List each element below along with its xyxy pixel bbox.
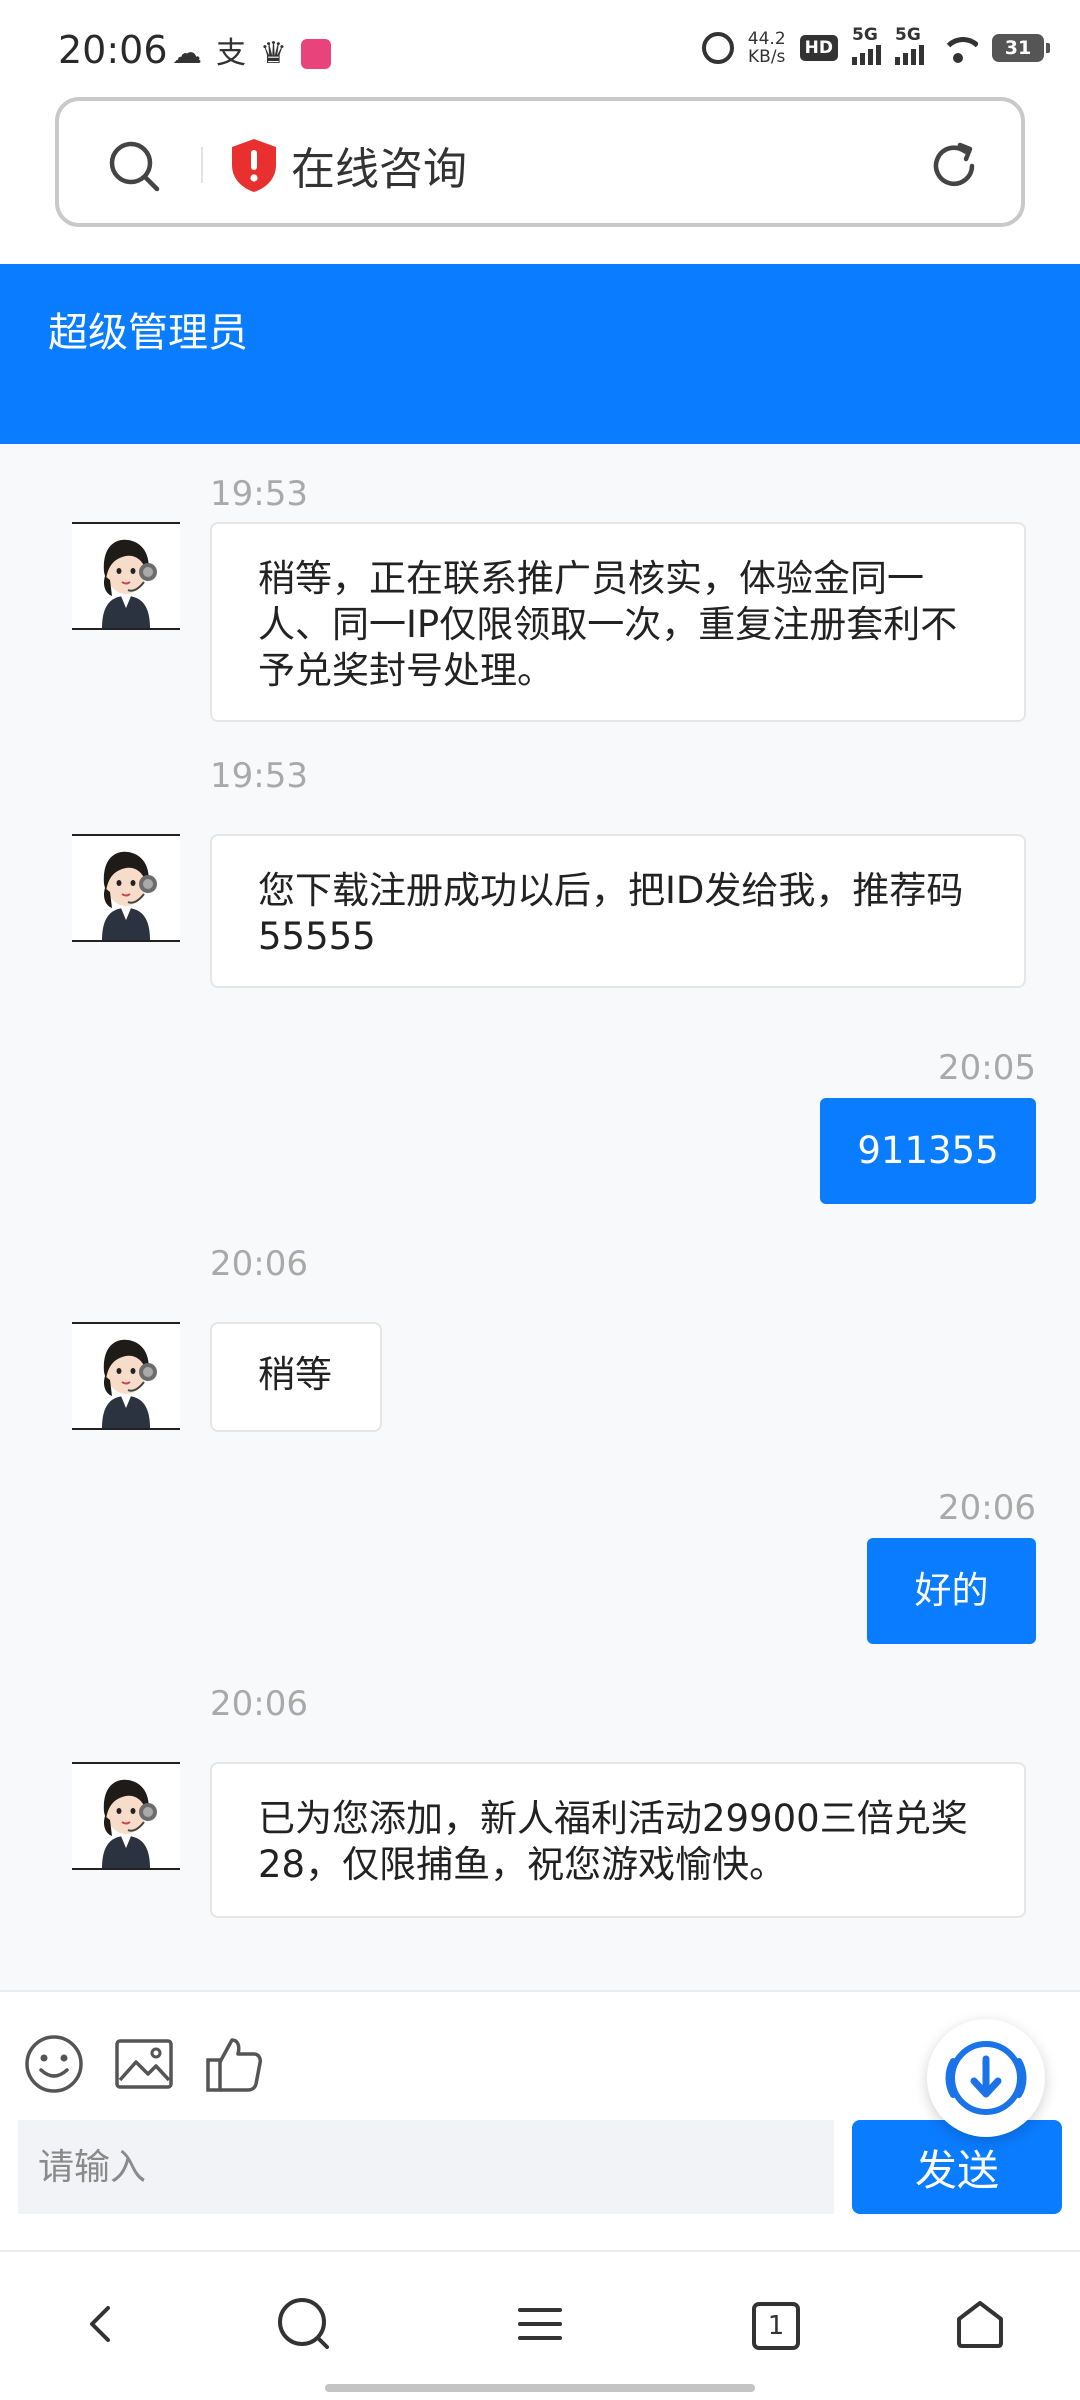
message-incoming: 19:53 稍等，正在联系推广员核实，体验金同一人、同一IP仅限领取一次，重复注… — [0, 444, 1080, 744]
crown-icon: ♛ — [260, 36, 287, 71]
message-time: 20:06 — [210, 1244, 308, 1284]
agent-name: 超级管理员 — [48, 310, 248, 356]
browser-bottom-nav: 1 — [0, 2250, 1080, 2400]
image-icon[interactable] — [112, 2032, 176, 2100]
notification-icons: ☁ 支 ♛ — [172, 34, 331, 74]
reload-icon[interactable] — [927, 139, 981, 197]
message-bubble[interactable]: 911355 — [820, 1098, 1036, 1204]
wifi-icon — [938, 33, 978, 63]
network-speed-value: 44.2 — [747, 29, 786, 49]
search-icon — [275, 2295, 333, 2357]
chat-header: 超级管理员 — [0, 264, 1080, 444]
wechat-icon: ☁ — [172, 36, 202, 71]
thumbs-up-icon[interactable] — [202, 2032, 266, 2100]
tabs-button[interactable]: 1 — [736, 2286, 816, 2366]
message-incoming: 20:06 已为您添加，新人福利活动29900三倍兑奖28，仅限捕鱼，祝您游戏愉… — [0, 1684, 1080, 1944]
system-indicators: 44.2 KB/s HD 5G 5G 31 — [701, 25, 1050, 66]
search-button[interactable] — [264, 2286, 344, 2366]
agent-avatar[interactable] — [72, 1762, 180, 1870]
tab-count: 1 — [767, 2311, 785, 2341]
message-time: 20:06 — [938, 1488, 1036, 1528]
home-icon — [953, 2297, 1007, 2355]
home-button[interactable] — [940, 2286, 1020, 2366]
network-speed-unit: KB/s — [748, 47, 786, 67]
message-time: 19:53 — [210, 756, 308, 796]
message-bubble[interactable]: 您下载注册成功以后，把ID发给我，推荐码55555 — [210, 834, 1026, 988]
address-divider — [201, 147, 203, 183]
message-time: 20:06 — [210, 1684, 308, 1724]
message-outgoing: 20:06 好的 — [0, 1488, 1080, 1668]
alarm-icon — [701, 32, 734, 64]
message-input[interactable] — [18, 2120, 834, 2214]
app-notification-icon — [300, 39, 331, 69]
hd-voice-icon: HD — [799, 35, 838, 61]
signal-1-label: 5G — [852, 25, 878, 45]
download-floating-button[interactable] — [906, 2018, 1066, 2138]
network-speed: 44.2 KB/s — [748, 30, 786, 66]
message-bubble[interactable]: 已为您添加，新人福利活动29900三倍兑奖28，仅限捕鱼，祝您游戏愉快。 — [210, 1762, 1026, 1918]
signal-2-icon: 5G — [895, 25, 924, 65]
page-title: 在线咨询 — [291, 144, 467, 195]
tabs-icon: 1 — [752, 2302, 800, 2350]
message-bubble[interactable]: 稍等 — [210, 1322, 382, 1432]
message-list[interactable]: 19:53 稍等，正在联系推广员核实，体验金同一人、同一IP仅限领取一次，重复注… — [0, 444, 1080, 1990]
back-icon — [78, 2300, 126, 2352]
menu-button[interactable] — [500, 2286, 580, 2366]
agent-avatar[interactable] — [72, 834, 180, 942]
message-bubble[interactable]: 好的 — [867, 1538, 1036, 1644]
agent-avatar[interactable] — [72, 522, 180, 630]
message-outgoing: 20:05 911355 — [0, 1048, 1080, 1228]
message-incoming: 20:06 稍等 — [0, 1244, 1080, 1464]
emoji-icon[interactable] — [22, 2032, 86, 2100]
back-button[interactable] — [62, 2286, 142, 2366]
signal-1-icon: 5G — [852, 25, 881, 65]
browser-address-bar[interactable]: 在线咨询 — [55, 97, 1025, 227]
message-bubble[interactable]: 稍等，正在联系推广员核实，体验金同一人、同一IP仅限领取一次，重复注册套利不予兑… — [210, 522, 1026, 722]
download-icon[interactable] — [927, 2019, 1045, 2137]
agent-avatar[interactable] — [72, 1322, 180, 1430]
message-incoming: 19:53 您下载注册成功以后，把ID发给我，推荐码55555 — [0, 756, 1080, 996]
message-time: 20:05 — [938, 1048, 1036, 1088]
shield-icon[interactable] — [229, 137, 279, 197]
alipay-icon: 支 — [216, 36, 246, 71]
search-icon[interactable] — [107, 139, 163, 199]
gesture-home-indicator[interactable] — [325, 2384, 755, 2392]
status-bar: 20:06 ☁ 支 ♛ 44.2 KB/s HD 5G 5G 31 — [0, 0, 1080, 96]
battery-icon: 31 — [992, 34, 1050, 62]
signal-2-label: 5G — [895, 25, 921, 45]
menu-icon — [515, 2299, 565, 2353]
status-time: 20:06 — [58, 28, 168, 72]
message-time: 19:53 — [210, 474, 308, 514]
